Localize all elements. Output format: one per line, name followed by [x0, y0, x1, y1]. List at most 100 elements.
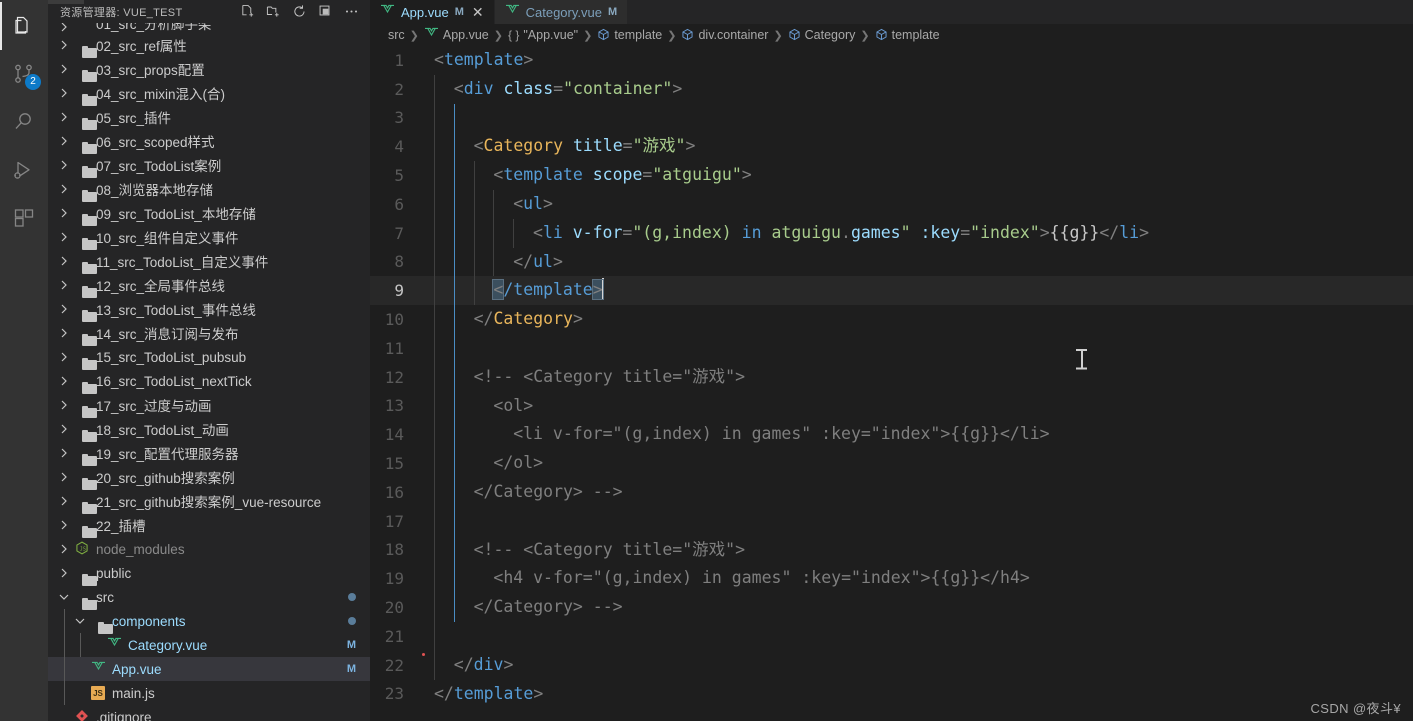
- breadcrumb-item-src[interactable]: src: [388, 28, 405, 42]
- code-line-17[interactable]: 17: [370, 506, 1413, 536]
- editor-tab-App.vue[interactable]: App.vue M ✕: [370, 0, 495, 24]
- code-line-13[interactable]: 13 <ol>: [370, 391, 1413, 421]
- chevron-right-icon[interactable]: [56, 567, 72, 579]
- tree-item-08_浏览器本地存储[interactable]: 08_浏览器本地存储: [48, 177, 370, 201]
- chevron-right-icon[interactable]: [56, 207, 72, 219]
- chevron-right-icon[interactable]: [56, 543, 72, 555]
- collapse-all-icon[interactable]: [314, 2, 336, 22]
- breadcrumb-item-template[interactable]: template: [875, 28, 940, 43]
- tree-item-04_src_mixin混入(合)[interactable]: 04_src_mixin混入(合): [48, 81, 370, 105]
- code-editor[interactable]: 1 <template> 2 <div class="container"> 3 4 <Ca…: [370, 46, 1413, 721]
- code-line-14[interactable]: 14 <li v-for="(g,index) in games" :key="i…: [370, 420, 1413, 450]
- tree-item-components[interactable]: components: [48, 609, 370, 633]
- tree-item-.gitignore[interactable]: .gitignore: [48, 705, 370, 721]
- tree-item-11_src_TodoList_自定义事件[interactable]: 11_src_TodoList_自定义事件: [48, 249, 370, 273]
- tree-item-09_src_TodoList_本地存储[interactable]: 09_src_TodoList_本地存储: [48, 201, 370, 225]
- activity-item-search[interactable]: [0, 98, 48, 146]
- activity-item-source-control[interactable]: 2: [0, 50, 48, 98]
- code-line-6[interactable]: 6 <ul>: [370, 189, 1413, 219]
- code-line-3[interactable]: 3: [370, 103, 1413, 133]
- activity-item-run-debug[interactable]: [0, 146, 48, 194]
- new-folder-icon[interactable]: [262, 2, 284, 22]
- code-line-2[interactable]: 2 <div class="container">: [370, 74, 1413, 104]
- chevron-right-icon[interactable]: [56, 327, 72, 339]
- code-line-23[interactable]: 23 </template>: [370, 680, 1413, 709]
- code-line-18[interactable]: 18 <!-- <Category title="游戏">: [370, 535, 1413, 565]
- chevron-down-icon[interactable]: [72, 615, 88, 627]
- tree-item-16_src_TodoList_nextTick[interactable]: 16_src_TodoList_nextTick: [48, 369, 370, 393]
- code-line-15[interactable]: 15 </ol>: [370, 449, 1413, 478]
- breadcrumb-item-Appvue[interactable]: { } "App.vue": [508, 28, 578, 42]
- chevron-right-icon[interactable]: [56, 351, 72, 363]
- tree-item-main.js[interactable]: JS main.js: [48, 681, 370, 705]
- tree-item-App.vue[interactable]: App.vue M: [48, 657, 370, 681]
- chevron-right-icon[interactable]: [56, 471, 72, 483]
- tree-item-public[interactable]: public: [48, 561, 370, 585]
- chevron-right-icon[interactable]: [56, 183, 72, 195]
- chevron-right-icon[interactable]: [56, 135, 72, 147]
- breadcrumb-item-Category[interactable]: Category: [788, 28, 855, 43]
- chevron-right-icon[interactable]: [56, 279, 72, 291]
- chevron-right-icon[interactable]: [56, 111, 72, 123]
- editor-tabs[interactable]: App.vue M ✕ Category.vue M: [370, 0, 1413, 24]
- chevron-right-icon[interactable]: [56, 231, 72, 243]
- breadcrumb-item-Appvue[interactable]: App.vue: [424, 27, 489, 43]
- code-line-16[interactable]: 16 </Category> -->: [370, 477, 1413, 507]
- code-line-21[interactable]: 21: [370, 621, 1413, 651]
- tree-item-14_src_消息订阅与发布[interactable]: 14_src_消息订阅与发布: [48, 321, 370, 345]
- tree-item-15_src_TodoList_pubsub[interactable]: 15_src_TodoList_pubsub: [48, 345, 370, 369]
- tree-item-20_src_github搜索案例[interactable]: 20_src_github搜索案例: [48, 465, 370, 489]
- chevron-right-icon[interactable]: [56, 375, 72, 387]
- tree-item-07_src_TodoList案例[interactable]: 07_src_TodoList案例: [48, 153, 370, 177]
- code-line-19[interactable]: 19 <h4 v-for="(g,index) in games" :key="i…: [370, 564, 1413, 594]
- tree-item-22_插槽[interactable]: 22_插槽: [48, 513, 370, 537]
- tree-item-Category.vue[interactable]: Category.vue M: [48, 633, 370, 657]
- code-line-22[interactable]: 22 </div>: [370, 650, 1413, 680]
- code-line-5[interactable]: 5 <template scope="atguigu">: [370, 161, 1413, 190]
- code-line-20[interactable]: 20 </Category> -->: [370, 593, 1413, 622]
- chevron-right-icon[interactable]: [56, 447, 72, 459]
- new-file-icon[interactable]: [236, 2, 258, 22]
- code-line-8[interactable]: 8 </ul>: [370, 247, 1413, 277]
- tree-item-src[interactable]: src: [48, 585, 370, 609]
- more-actions-icon[interactable]: [340, 2, 362, 22]
- tree-item-01_src_分析脚手架[interactable]: 01_src_分析脚手架: [48, 23, 370, 33]
- tree-item-19_src_配置代理服务器[interactable]: 19_src_配置代理服务器: [48, 441, 370, 465]
- code-line-9[interactable]: 9 </template>: [370, 276, 1413, 306]
- chevron-right-icon[interactable]: [56, 63, 72, 75]
- chevron-right-icon[interactable]: [56, 399, 72, 411]
- breadcrumb-item-template[interactable]: template: [597, 28, 662, 43]
- chevron-down-icon[interactable]: [56, 591, 72, 603]
- tree-item-03_src_props配置[interactable]: 03_src_props配置: [48, 57, 370, 81]
- tree-item-10_src_组件自定义事件[interactable]: 10_src_组件自定义事件: [48, 225, 370, 249]
- activity-item-extensions[interactable]: [0, 194, 48, 242]
- chevron-right-icon[interactable]: [56, 39, 72, 51]
- tree-item-18_src_TodoList_动画[interactable]: 18_src_TodoList_动画: [48, 417, 370, 441]
- refresh-icon[interactable]: [288, 2, 310, 22]
- chevron-right-icon[interactable]: [56, 423, 72, 435]
- chevron-right-icon[interactable]: [56, 255, 72, 267]
- breadcrumb-item-divcontainer[interactable]: div.container: [681, 28, 768, 43]
- code-line-12[interactable]: 12 <!-- <Category title="游戏">: [370, 362, 1413, 392]
- chevron-right-icon[interactable]: [56, 87, 72, 99]
- tree-item-05_src_插件[interactable]: 05_src_插件: [48, 105, 370, 129]
- chevron-right-icon[interactable]: [56, 303, 72, 315]
- code-line-10[interactable]: 10 </Category>: [370, 305, 1413, 334]
- breadcrumb[interactable]: src ❯ App.vue ❯ { } "App.vue" ❯ template ❯ div.co…: [370, 24, 1413, 46]
- chevron-right-icon[interactable]: [56, 519, 72, 531]
- tree-item-node_modules[interactable]: JS node_modules: [48, 537, 370, 561]
- editor-tab-Category.vue[interactable]: Category.vue M: [494, 0, 629, 24]
- chevron-right-icon[interactable]: [56, 159, 72, 171]
- code-line-4[interactable]: 4 <Category title="游戏">: [370, 132, 1413, 162]
- code-content[interactable]: 1 <template> 2 <div class="container"> 3 4 <Ca…: [370, 46, 1413, 708]
- tree-item-02_src_ref属性[interactable]: 02_src_ref属性: [48, 33, 370, 57]
- file-tree[interactable]: 01_src_分析脚手架 02_src_ref属性 03_src_props配置 04…: [48, 23, 370, 721]
- code-line-1[interactable]: 1 <template>: [370, 46, 1413, 75]
- code-line-7[interactable]: 7 <li v-for="(g,index) in atguigu.games" …: [370, 218, 1413, 248]
- tree-item-13_src_TodoList_事件总线[interactable]: 13_src_TodoList_事件总线: [48, 297, 370, 321]
- tree-item-12_src_全局事件总线[interactable]: 12_src_全局事件总线: [48, 273, 370, 297]
- tree-item-17_src_过度与动画[interactable]: 17_src_过度与动画: [48, 393, 370, 417]
- chevron-right-icon[interactable]: [56, 495, 72, 507]
- chevron-right-icon[interactable]: [56, 23, 72, 33]
- tree-item-21_src_github搜索案例_vue-resource[interactable]: 21_src_github搜索案例_vue-resource: [48, 489, 370, 513]
